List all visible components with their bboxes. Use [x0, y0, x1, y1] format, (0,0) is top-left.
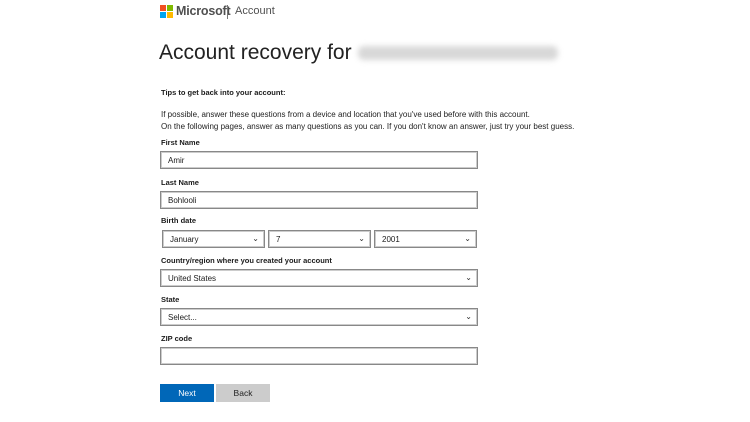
chevron-down-icon: ⌄ [252, 234, 259, 243]
page-title: Account recovery for [159, 41, 558, 65]
chevron-down-icon: ⌄ [465, 273, 472, 282]
zip-label: ZIP code [161, 334, 193, 343]
tips-line-1: If possible, answer these questions from… [161, 110, 530, 119]
birth-year-select[interactable]: 2001 ⌄ [374, 230, 477, 248]
country-value: United States [168, 274, 217, 283]
birth-year-value: 2001 [382, 235, 400, 244]
first-name-input[interactable]: Amir [160, 151, 478, 169]
state-label: State [161, 295, 180, 304]
chevron-down-icon: ⌄ [464, 234, 471, 243]
page-title-text: Account recovery for [159, 41, 352, 64]
country-select[interactable]: United States ⌄ [160, 269, 478, 287]
blurred-email [357, 46, 558, 61]
chevron-down-icon: ⌄ [465, 312, 472, 321]
state-select[interactable]: Select... ⌄ [160, 308, 478, 326]
microsoft-logo [160, 5, 173, 18]
country-label: Country/region where you created your ac… [161, 256, 332, 265]
first-name-label: First Name [161, 138, 200, 147]
back-button[interactable]: Back [216, 384, 270, 402]
birth-month-select[interactable]: January ⌄ [162, 230, 265, 248]
last-name-label: Last Name [161, 178, 199, 187]
tips-line-2: On the following pages, answer as many q… [161, 122, 575, 131]
chevron-down-icon: ⌄ [358, 234, 365, 243]
header-section: Account [235, 5, 275, 17]
tips-heading: Tips to get back into your account: [161, 88, 286, 97]
state-value: Select... [168, 313, 197, 322]
birth-month-value: January [170, 235, 199, 244]
zip-input[interactable] [160, 347, 478, 365]
birth-day-select[interactable]: 7 ⌄ [268, 230, 371, 248]
last-name-input[interactable]: Bohlooli [160, 191, 478, 209]
next-button[interactable]: Next [160, 384, 214, 402]
birth-date-label: Birth date [161, 216, 197, 225]
brand-name: Microsoft [176, 4, 231, 18]
tips-text: If possible, answer these questions from… [161, 109, 574, 133]
birth-day-value: 7 [276, 235, 281, 244]
header-divider [227, 5, 228, 19]
